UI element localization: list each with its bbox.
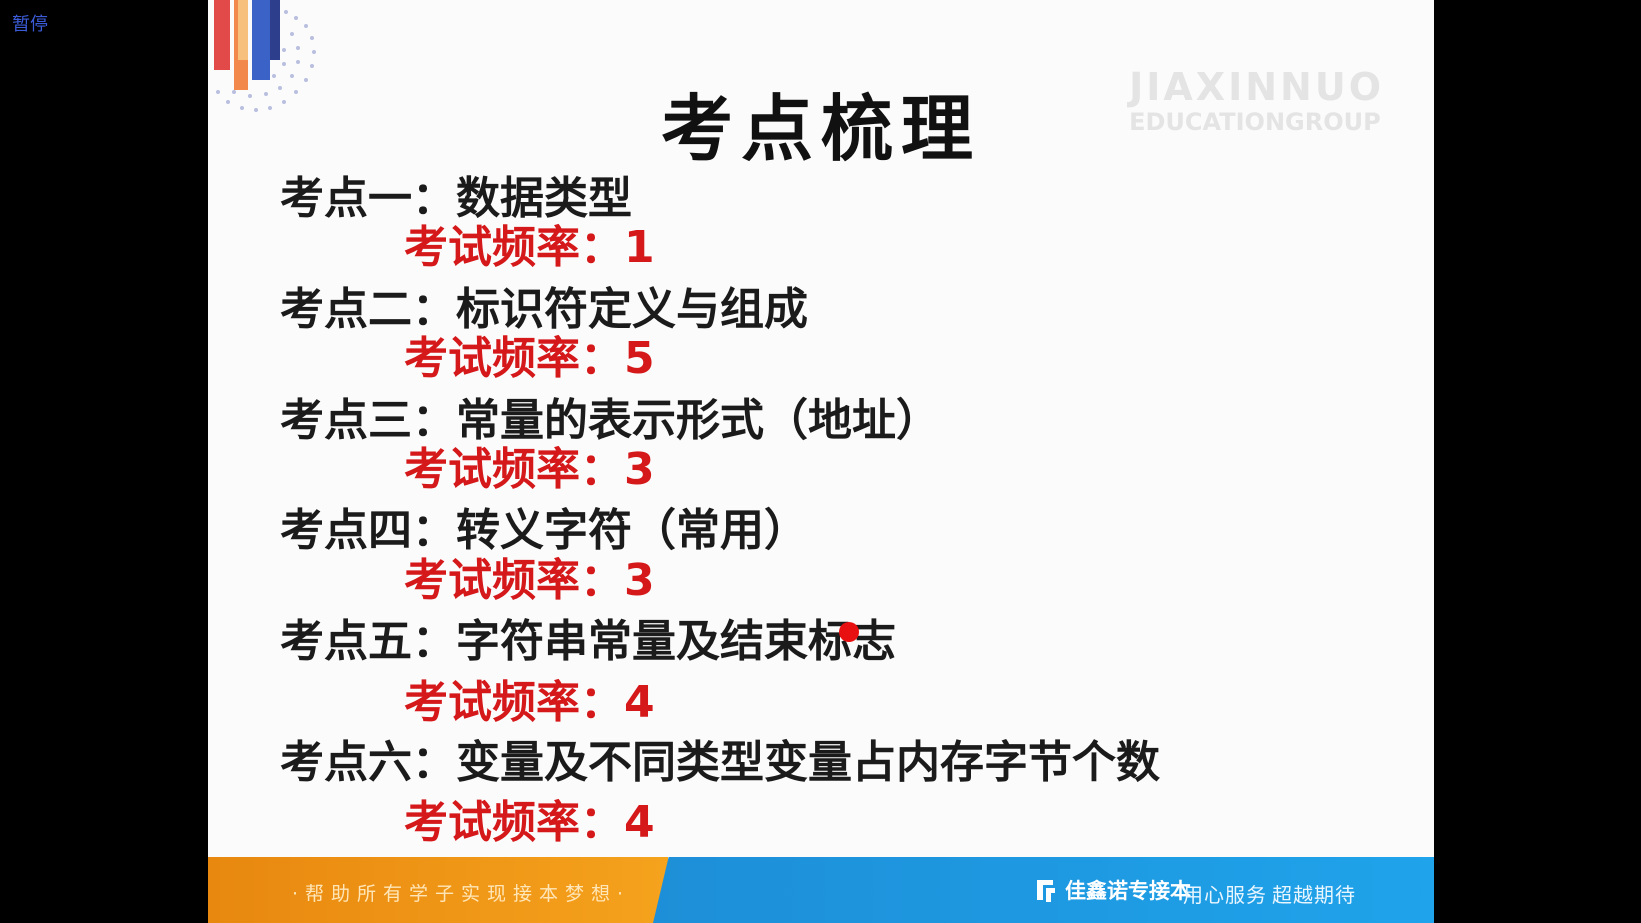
exam-point-6: 考点六：变量及不同类型变量占内存字节个数 [280,737,1160,788]
footer-brand: 佳鑫诺专接本 [1033,875,1191,905]
exam-frequency-4: 考试频率：3 [404,555,655,606]
exam-point-3: 考点三：常量的表示形式（地址） [280,395,940,446]
exam-point-2: 考点二：标识符定义与组成 [280,284,808,335]
brand-logo-icon [1037,880,1055,902]
exam-frequency-3: 考试频率：3 [404,444,655,495]
slide-footer: ·帮助所有学子实现接本梦想· 佳鑫诺专接本 用心服务 超越期待 [208,857,1434,923]
video-player[interactable]: 暂停 JIAXINNUO EDUCATIONGROUP 考点梳理 考点一：数据类… [0,0,1641,923]
exam-frequency-1: 考试频率：1 [404,222,655,273]
footer-slogan: ·帮助所有学子实现接本梦想· [292,883,631,905]
footer-tagline-2: 超越期待 [1272,883,1356,907]
slide: JIAXINNUO EDUCATIONGROUP 考点梳理 考点一：数据类型 考… [208,0,1434,923]
slide-title: 考点梳理 [660,86,981,171]
pause-button[interactable]: 暂停 [12,10,48,36]
brand-name: 佳鑫诺专接本 [1065,879,1191,903]
exam-frequency-5: 考试频率：4 [404,677,655,728]
exam-frequency-6: 考试频率：4 [404,797,655,848]
exam-point-1: 考点一：数据类型 [280,173,632,224]
footer-orange-band: ·帮助所有学子实现接本梦想· [208,857,668,923]
exam-frequency-2: 考试频率：5 [404,333,655,384]
footer-tagline-1: 用心服务 [1183,883,1267,907]
laser-pointer [839,622,859,642]
exam-point-5: 考点五：字符串常量及结束标志 [280,616,896,667]
exam-point-4: 考点四：转义字符（常用） [280,505,808,556]
